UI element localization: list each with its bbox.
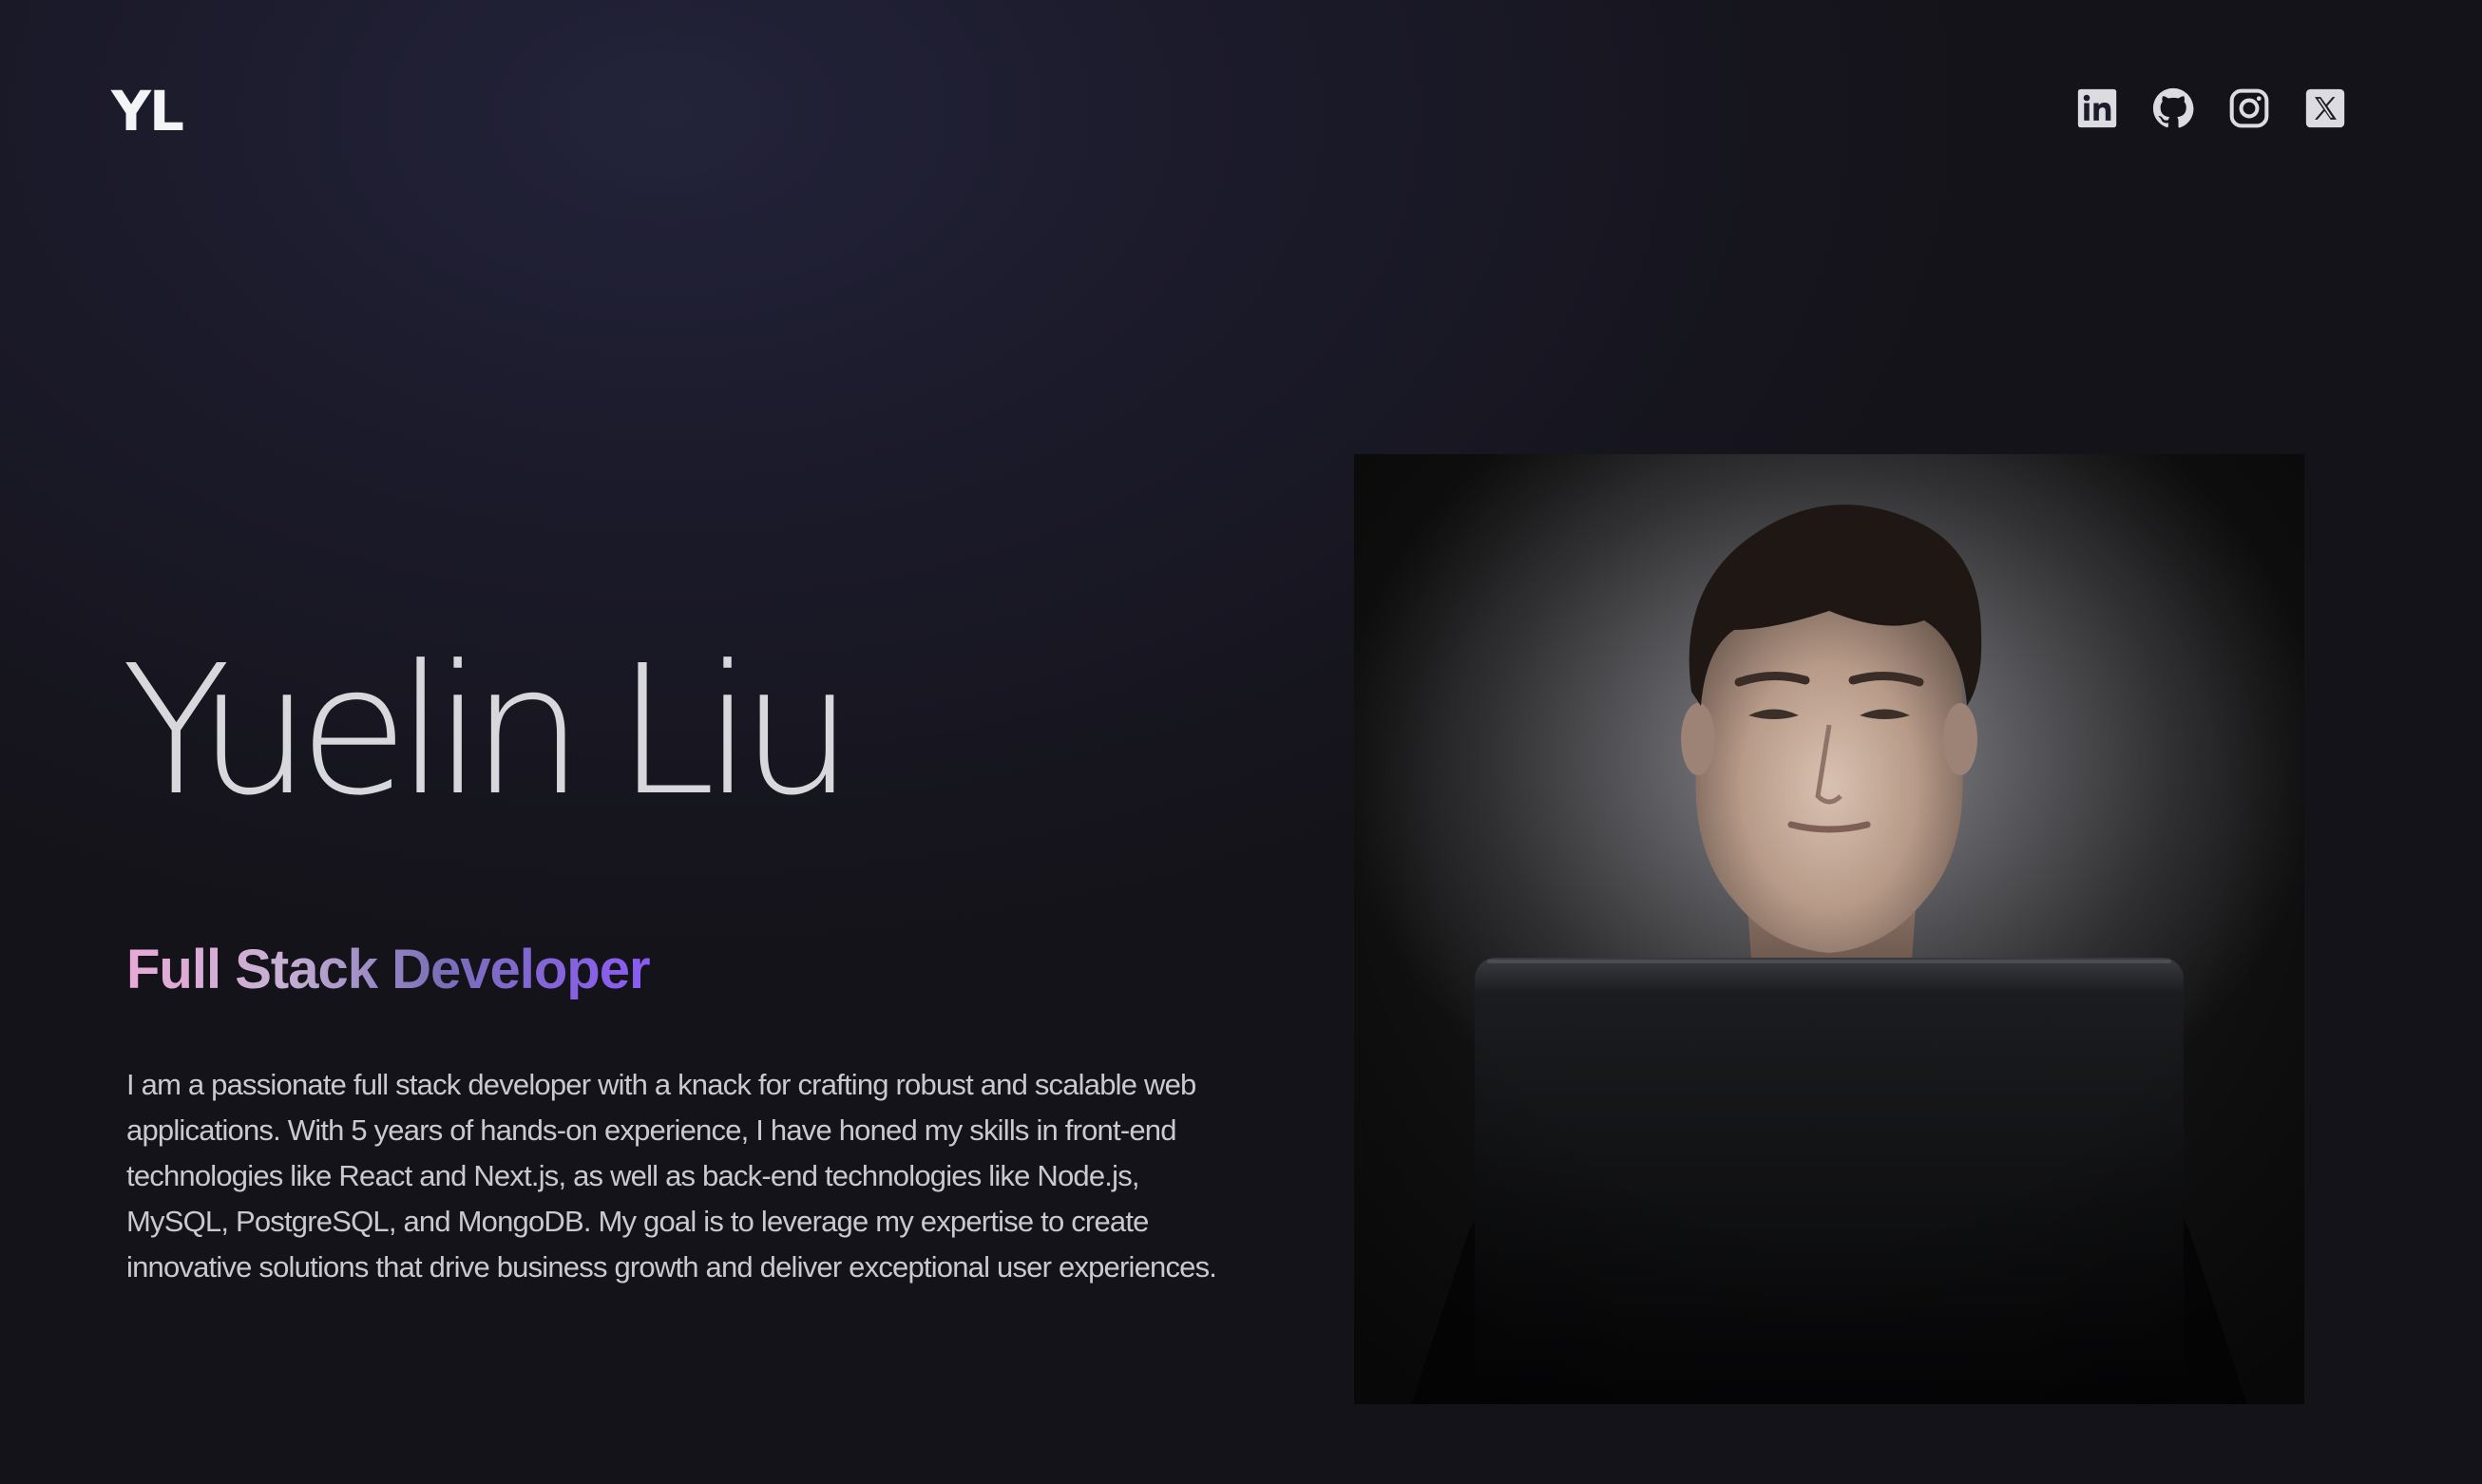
- github-link[interactable]: [2152, 87, 2194, 129]
- linkedin-link[interactable]: [2076, 87, 2118, 129]
- instagram-icon: [2229, 88, 2269, 128]
- hero-name: Yuelin Liu: [122, 627, 854, 835]
- hero-role: Full Stack Developer: [126, 936, 659, 1018]
- instagram-link[interactable]: [2228, 87, 2270, 129]
- portrait-photo: [1354, 454, 2304, 1404]
- hero-bio: I am a passionate full stack developer w…: [126, 1068, 1217, 1284]
- github-icon: [2152, 87, 2194, 128]
- role-label: Full Stack Developer: [126, 939, 650, 1000]
- role-gradient-text: Full Stack Developer: [126, 939, 651, 1000]
- linkedin-icon: [2077, 88, 2117, 128]
- x-link[interactable]: [2304, 87, 2346, 129]
- portrait-illustration: [1354, 454, 2304, 1404]
- site-logo[interactable]: YL: [111, 79, 184, 143]
- x-icon: [2305, 88, 2345, 128]
- social-links: [2076, 87, 2346, 129]
